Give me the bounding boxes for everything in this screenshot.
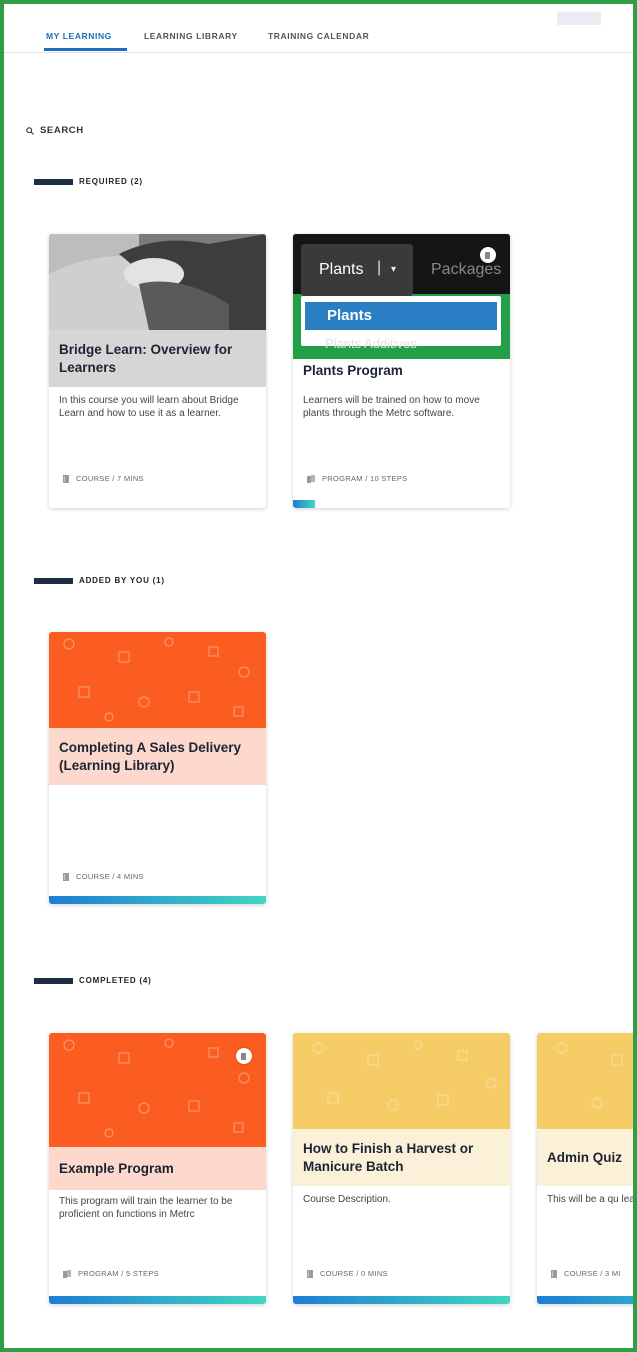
section-completed-header: COMPLETED (4) xyxy=(34,976,152,985)
section-completed-label: COMPLETED (4) xyxy=(79,976,152,985)
card-meta-label: COURSE / 0 MINS xyxy=(320,1269,388,1278)
card-title: Admin Quiz xyxy=(537,1129,633,1186)
tab-training-calendar[interactable]: TRAINING CALENDAR xyxy=(268,31,369,41)
thumbnail-caret-icon: ▾ xyxy=(391,264,397,275)
card-title: Bridge Learn: Overview for Learners xyxy=(49,330,266,387)
tab-my-learning[interactable]: MY LEARNING xyxy=(46,31,112,41)
section-added-label: ADDED BY YOU (1) xyxy=(79,576,165,585)
program-badge-icon xyxy=(480,247,496,263)
card-meta: COURSE / 7 MINS xyxy=(63,474,144,483)
book-icon xyxy=(551,1269,557,1278)
tab-bar: ▬ MY LEARNING LEARNING LIBRARY TRAINING … xyxy=(4,4,633,53)
course-thumbnail xyxy=(537,1033,633,1129)
thumbnail-dropdown-text: Plants xyxy=(319,261,364,278)
book-icon xyxy=(63,474,69,483)
card-progress-bar xyxy=(293,500,315,508)
search-label: SEARCH xyxy=(40,125,84,136)
card-description: In this course you will learn about Brid… xyxy=(59,395,239,419)
course-thumbnail xyxy=(49,632,266,728)
course-card-example-program[interactable]: Example Program This program will train … xyxy=(49,1033,266,1304)
tab-learning-library[interactable]: LEARNING LIBRARY xyxy=(144,31,238,41)
card-meta-label: PROGRAM / 10 STEPS xyxy=(322,474,408,483)
course-card-sales-delivery[interactable]: Completing A Sales Delivery (Learning Li… xyxy=(49,632,266,904)
card-meta-label: COURSE / 7 MINS xyxy=(76,474,144,483)
card-progress-bar xyxy=(49,1296,266,1304)
section-bar xyxy=(34,977,73,984)
search-icon xyxy=(26,126,34,135)
book-icon xyxy=(63,872,69,881)
card-progress-bar xyxy=(293,1296,510,1304)
search-button[interactable]: SEARCH xyxy=(26,125,84,136)
card-meta-label: COURSE / 4 MINS xyxy=(76,872,144,881)
course-thumbnail xyxy=(49,1033,266,1153)
course-card-bridge-learn[interactable]: Bridge Learn: Overview for Learners In t… xyxy=(49,234,266,508)
course-thumbnail xyxy=(49,234,266,330)
thumbnail-tab-text: Packages xyxy=(431,261,502,278)
card-meta: COURSE / 4 MINS xyxy=(63,872,144,881)
card-title: Example Program xyxy=(49,1147,266,1190)
section-added-header: ADDED BY YOU (1) xyxy=(34,576,165,585)
card-progress-bar xyxy=(537,1296,633,1304)
section-bar xyxy=(34,577,73,584)
course-thumbnail xyxy=(293,1033,510,1129)
book-icon xyxy=(307,1269,313,1278)
thumbnail-menu-item: Plants xyxy=(305,302,497,330)
card-meta-label: PROGRAM / 5 STEPS xyxy=(78,1269,159,1278)
card-title: Completing A Sales Delivery (Learning Li… xyxy=(49,728,266,785)
section-required-label: REQUIRED (2) xyxy=(79,177,143,186)
course-card-admin-quiz[interactable]: Admin Quiz This will be a qu learned in … xyxy=(537,1033,633,1304)
course-thumbnail: Plants | ▾ Packages Plants Plants Additi… xyxy=(293,234,510,359)
active-tab-indicator xyxy=(44,48,127,51)
card-meta: PROGRAM / 5 STEPS xyxy=(63,1269,159,1278)
header-background-graphic: ▬ xyxy=(557,4,607,35)
card-title: How to Finish a Harvest or Manicure Batc… xyxy=(293,1129,510,1186)
card-description: Course Description. xyxy=(303,1194,391,1205)
card-description: This program will train the learner to b… xyxy=(59,1196,233,1220)
thumbnail-menu: Plants Plants Additives xyxy=(301,296,501,351)
card-meta: COURSE / 3 MI xyxy=(551,1269,621,1278)
card-title: Plants Program xyxy=(293,346,510,396)
section-bar xyxy=(34,178,73,185)
card-meta: PROGRAM / 10 STEPS xyxy=(307,474,407,483)
card-description: Learners will be trained on how to move … xyxy=(303,395,480,419)
thumbnail-divider: | xyxy=(377,259,382,276)
course-card-harvest[interactable]: How to Finish a Harvest or Manicure Batc… xyxy=(293,1033,510,1304)
program-icon xyxy=(63,1269,71,1278)
program-badge-icon xyxy=(236,1048,252,1064)
card-description: This will be a qu learned in the M cours… xyxy=(547,1194,633,1205)
program-icon xyxy=(307,474,315,483)
card-title-text: Plants Program xyxy=(303,363,403,378)
course-card-plants-program[interactable]: Plants | ▾ Packages Plants Plants Additi… xyxy=(293,234,510,508)
card-meta-label: COURSE / 3 MI xyxy=(564,1269,621,1278)
section-required-header: REQUIRED (2) xyxy=(34,177,143,186)
card-meta: COURSE / 0 MINS xyxy=(307,1269,388,1278)
card-progress-bar xyxy=(49,896,266,904)
app-frame: ▬ MY LEARNING LEARNING LIBRARY TRAINING … xyxy=(0,0,637,1352)
